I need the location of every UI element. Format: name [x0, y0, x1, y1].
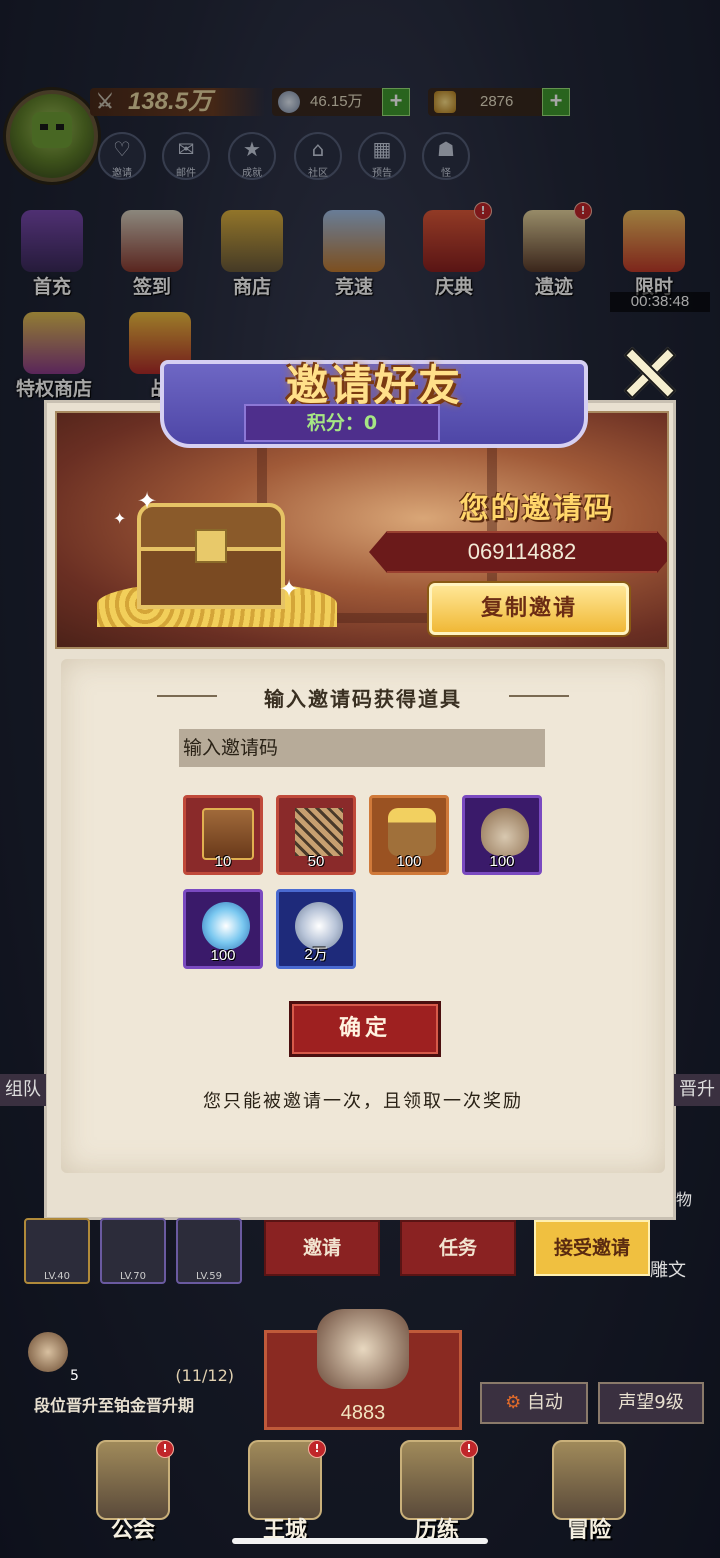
equipment-slot[interactable]: LV.70 [100, 1218, 166, 1284]
quest-panel[interactable]: (11/12) 段位晋升至铂金晋升期 [30, 1366, 242, 1418]
item-side-label: 物 [676, 1190, 693, 1209]
nav-guild[interactable]: 公会! [88, 1440, 178, 1550]
crystal-orb-icon [202, 902, 250, 950]
auto-label: 自动 [526, 1392, 563, 1413]
reward-item[interactable]: 100 [183, 889, 263, 969]
title-divider-right [509, 695, 569, 697]
equipment-slot[interactable]: LV.59 [176, 1218, 242, 1284]
nav-label: 冒险 [566, 1518, 611, 1543]
gear-icon: ⚙ [505, 1392, 522, 1413]
equipment-slot[interactable]: LV.40 [24, 1218, 90, 1284]
portal-icon [552, 1440, 626, 1520]
reward-item[interactable]: 10 [183, 795, 263, 875]
nav-training[interactable]: 历练! [392, 1440, 482, 1550]
nav-label: 公会 [110, 1518, 155, 1543]
gold-barrel-icon [388, 808, 436, 856]
copy-invite-button[interactable]: 复制邀请 [429, 583, 629, 635]
sparkle-icon: ✦ [279, 575, 300, 603]
treasure-chest-icon [97, 503, 337, 627]
confirm-button[interactable]: 确定 [289, 1001, 441, 1057]
home-indicator [232, 1538, 488, 1544]
chest-value: 4883 [340, 1402, 386, 1424]
auto-button[interactable]: ⚙ 自动 [480, 1382, 588, 1424]
promotion-side-label[interactable]: 晋升 [674, 1074, 720, 1106]
reward-item[interactable]: 100 [369, 795, 449, 875]
score-value: 积分：0 [306, 412, 378, 434]
slot-level: LV.59 [196, 1271, 222, 1282]
team-side-label[interactable]: 组队 [0, 1074, 46, 1106]
reward-qty: 100 [210, 947, 236, 964]
reward-item[interactable]: 100 [462, 795, 542, 875]
slot-level: LV.70 [120, 1271, 146, 1282]
tab-accept-invite[interactable]: 接受邀请 [534, 1220, 650, 1276]
notification-badge: ! [460, 1440, 478, 1458]
reward-qty: 2万 [304, 946, 328, 963]
lock-icon [195, 529, 227, 563]
net-icon [295, 808, 343, 856]
notification-badge: ! [156, 1440, 174, 1458]
invite-code-input[interactable] [179, 729, 545, 767]
loot-chest-button[interactable]: 4883 [264, 1309, 462, 1430]
nav-royal-city[interactable]: 王城! [240, 1440, 330, 1550]
reward-qty: 10 [214, 853, 232, 870]
your-invite-code-label: 您的邀请码 [459, 491, 615, 525]
glyph-side-label: 雕文 [650, 1260, 686, 1281]
invite-friends-dialog: ✦ ✦ ✦ 您的邀请码 069114882 复制邀请 输入邀请码获得道具 10 … [44, 400, 676, 1220]
nav-adventure[interactable]: 冒险 [544, 1440, 634, 1550]
invite-code-value: 069114882 [467, 539, 577, 564]
redeem-section-title: 输入邀请码获得道具 [264, 687, 462, 711]
reputation-button[interactable]: 声望9级 [598, 1382, 704, 1424]
sparkle-icon: ✦ [137, 487, 158, 515]
score-plate: 积分：0 [244, 404, 440, 442]
quest-text: 段位晋升至铂金晋升期 [34, 1396, 195, 1415]
invite-notice: 您只能被邀请一次，且领取一次奖励 [203, 1091, 523, 1112]
reward-item[interactable]: 50 [276, 795, 356, 875]
reward-qty: 100 [396, 853, 422, 870]
reward-qty: 100 [489, 853, 515, 870]
notification-badge: ! [308, 1440, 326, 1458]
invite-code-plate: 069114882 [369, 531, 667, 573]
reward-item[interactable]: 2万 [276, 889, 356, 969]
tab-tasks[interactable]: 任务 [400, 1220, 516, 1276]
redeem-panel: 输入邀请码获得道具 10 50 100 100 100 2万 确定 您只能被邀请… [61, 659, 665, 1173]
reward-qty: 50 [307, 853, 325, 870]
sparkle-icon: ✦ [113, 509, 127, 528]
close-icon[interactable] [622, 346, 672, 396]
quest-progress: (11/12) [175, 1366, 234, 1385]
tab-invite[interactable]: 邀请 [264, 1220, 380, 1276]
coin-bag-icon [481, 808, 529, 856]
slot-level: LV.40 [44, 1271, 70, 1282]
loot-bags-icon [317, 1309, 409, 1389]
